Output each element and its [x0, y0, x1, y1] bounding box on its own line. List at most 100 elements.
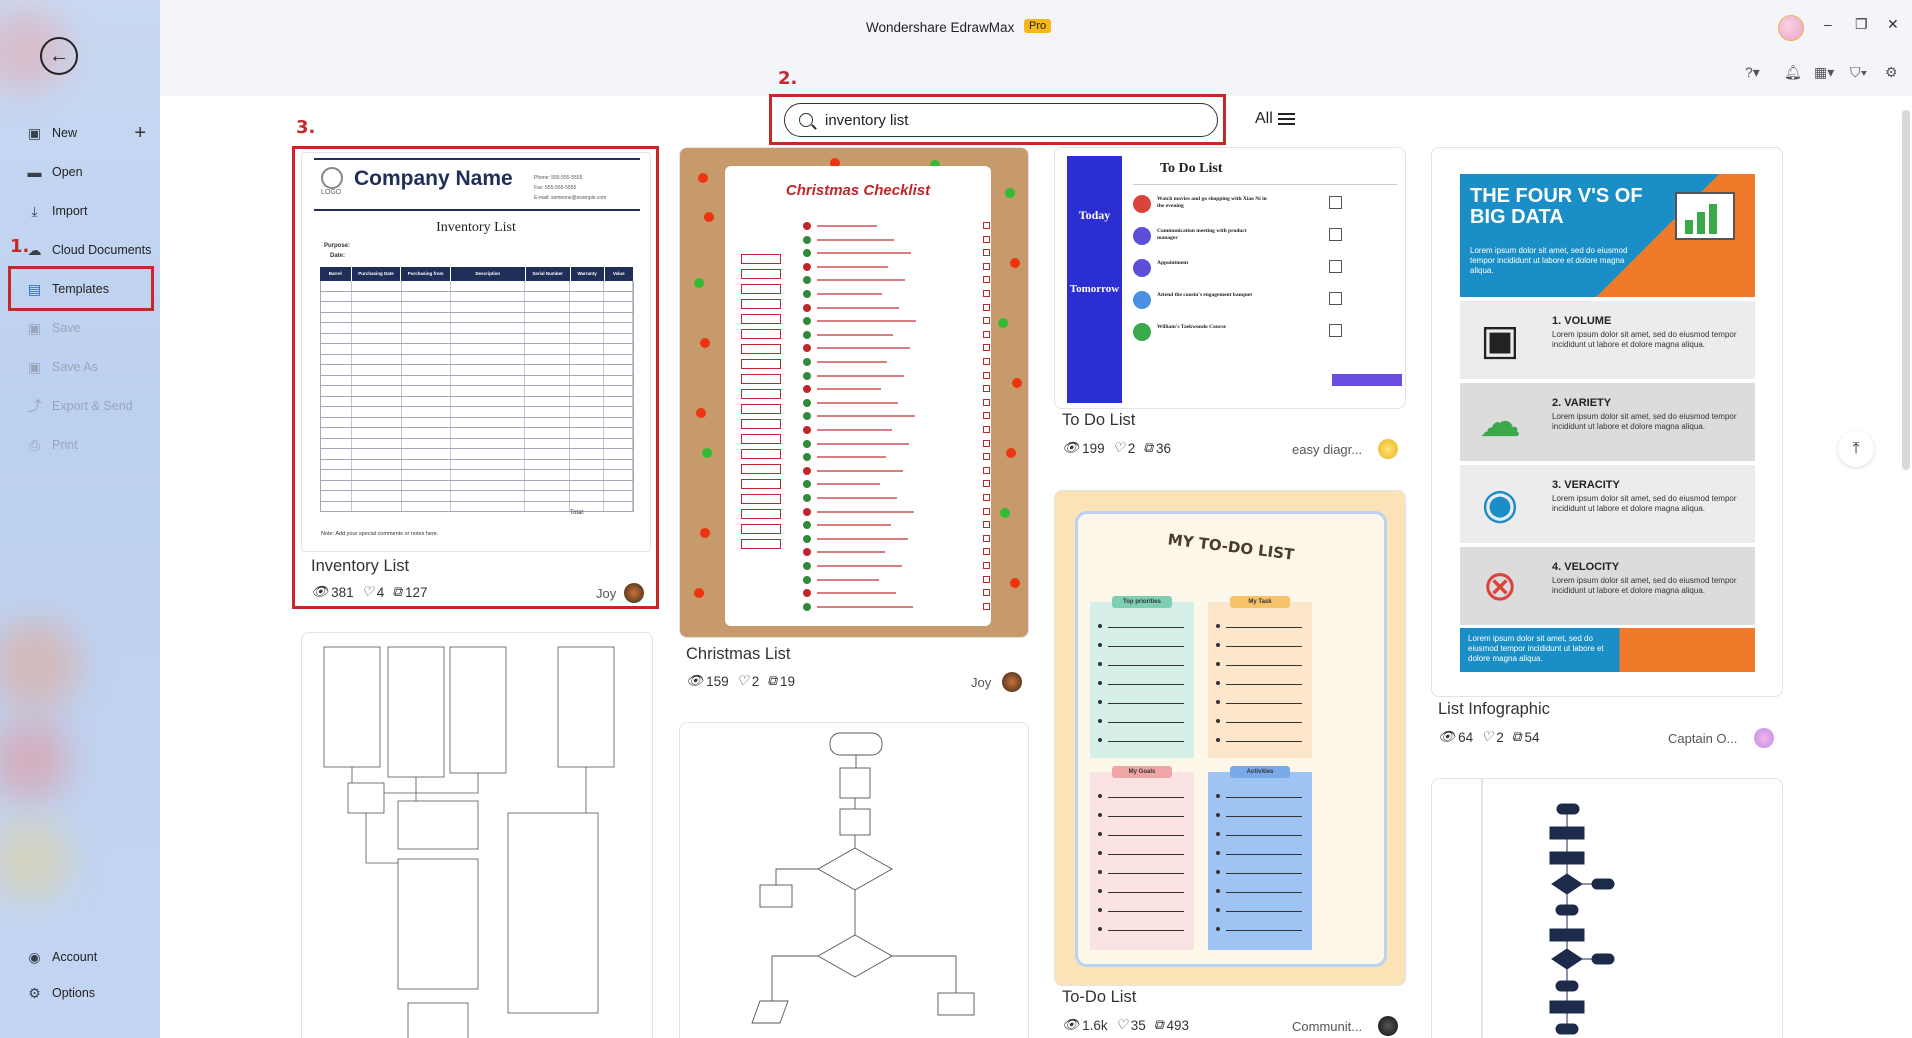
mytodo-section-tag: Top priorities: [1112, 596, 1172, 608]
checklist-row: [797, 548, 990, 557]
checklist-row: [797, 330, 990, 339]
todo-item: Attend the cousin's engagement banquet: [1133, 290, 1397, 312]
save-as-icon: ▣: [27, 358, 42, 375]
shirt-icon[interactable]: ⛉▾: [1850, 64, 1867, 81]
checklist-title: Christmas Checklist: [785, 182, 931, 199]
todo-item-icon: [1133, 227, 1151, 245]
ornament-dot: [700, 528, 710, 538]
template-card-inventory-list[interactable]: LOGO Company Name Phone: 555-555-5555 Fa…: [301, 152, 651, 552]
filter-all-button[interactable]: All: [1255, 110, 1295, 128]
search-icon: [799, 113, 813, 127]
card-title[interactable]: To-Do List: [1062, 988, 1136, 1007]
checklist-row: [797, 589, 990, 598]
company-name: Company Name: [354, 167, 513, 190]
restore-button[interactable]: ❐: [1855, 16, 1868, 33]
sidebar-bg-blob: [0, 620, 80, 710]
inventory-table-header: Barrel Purchasing Date Purchasing from Desc…: [320, 267, 634, 281]
card-stats: 👁︎ 159 ♡ 2 ⧉ 19: [686, 673, 795, 689]
sidebar-item-options[interactable]: ⚙ Options: [0, 977, 160, 1009]
minimize-button[interactable]: –: [1824, 16, 1832, 32]
checklist-row: [797, 412, 990, 421]
apps-grid-icon[interactable]: ▦▾: [1814, 64, 1834, 81]
checklist-box: [741, 419, 781, 429]
checklist-box: [741, 344, 781, 354]
likes-stat[interactable]: ♡ 2: [737, 673, 760, 689]
plus-icon[interactable]: +: [134, 122, 146, 145]
checklist-row: [797, 494, 990, 502]
checklist-row: [797, 562, 990, 570]
checklist-row: [797, 534, 990, 543]
ornament-dot: [1005, 188, 1015, 198]
purpose-label: Purpose:: [324, 243, 351, 249]
template-card-process-flow[interactable]: [1431, 778, 1783, 1038]
bigdata-item-body: Lorem ipsum dolor sit amet, sed do eiusm…: [1552, 330, 1737, 349]
likes-stat[interactable]: ♡ 35: [1116, 1017, 1146, 1033]
template-card-list-infographic[interactable]: THE FOUR V'S OF BIG DATA Lorem ipsum dol…: [1431, 147, 1783, 697]
card-title[interactable]: Christmas List: [686, 645, 791, 664]
checklist-box: [741, 479, 781, 489]
mytodo-section-tag: Activities: [1230, 766, 1290, 778]
checklist-paper: Christmas Checklist: [725, 166, 991, 626]
bigdata-item-head: 2. VARIETY: [1552, 397, 1612, 409]
scroll-to-top-button[interactable]: ⤒: [1838, 431, 1874, 467]
template-card-flowchart[interactable]: [679, 722, 1029, 1038]
sidebar-bg-blob: [0, 820, 70, 900]
copy-icon: ⧉: [1143, 440, 1153, 455]
eye-icon: 👁︎: [1062, 1017, 1080, 1032]
card-title[interactable]: Inventory List: [311, 557, 409, 576]
card-author[interactable]: Joy: [596, 586, 616, 601]
card-author[interactable]: Joy: [971, 675, 991, 690]
inventory-table-row: [320, 417, 634, 428]
author-avatar[interactable]: [1378, 439, 1398, 459]
scrollbar[interactable]: [1902, 110, 1910, 470]
sidebar-item-open[interactable]: ▬ Open: [0, 156, 160, 188]
template-card-to-do-list[interactable]: Today Tomorrow To Do List Watch movies a…: [1054, 147, 1406, 409]
template-card-christmas-list[interactable]: Christmas Checklist: [679, 147, 1029, 638]
likes-stat[interactable]: ♡ 2: [1481, 729, 1504, 745]
back-button[interactable]: ←: [40, 37, 78, 75]
help-icon[interactable]: ?▾: [1745, 64, 1760, 81]
checklist-row: [797, 385, 990, 394]
settings-icon[interactable]: ⚙: [1885, 64, 1898, 81]
bell-icon[interactable]: 🔔︎: [1784, 64, 1802, 81]
sidebar-item-account[interactable]: ◉ Account: [0, 941, 160, 973]
author-avatar[interactable]: [1378, 1016, 1398, 1036]
author-avatar[interactable]: [1002, 672, 1022, 692]
card-title[interactable]: To Do List: [1062, 411, 1135, 430]
user-avatar[interactable]: [1778, 15, 1804, 41]
card-author[interactable]: Communit...: [1292, 1019, 1362, 1034]
likes-stat[interactable]: ♡ 4: [362, 584, 385, 600]
inventory-column-header: Purchasing from: [401, 267, 451, 281]
card-title[interactable]: List Infographic: [1438, 700, 1550, 719]
views-stat: 👁︎ 159: [686, 673, 729, 689]
checklist-box: [741, 404, 781, 414]
template-card-my-to-do-list[interactable]: MY TO-DO LIST Top priorities My Task My Go…: [1054, 490, 1406, 986]
copy-icon: ⧉: [767, 673, 777, 688]
inventory-table-row: [320, 323, 634, 334]
search-box[interactable]: [784, 103, 1218, 137]
card-author[interactable]: easy diagr...: [1292, 442, 1362, 457]
inventory-table-row: [320, 438, 634, 449]
inventory-table-row: [320, 480, 634, 491]
close-button[interactable]: ✕: [1887, 16, 1899, 33]
checklist-row: [797, 358, 990, 366]
heart-icon: ♡: [1481, 729, 1494, 744]
search-input[interactable]: [825, 111, 1185, 129]
author-avatar[interactable]: [1754, 728, 1774, 748]
checklist-row: [797, 344, 990, 353]
sidebar-item-import[interactable]: ⤓ Import: [0, 195, 160, 227]
app-title: Wondershare EdrawMax: [866, 20, 1015, 35]
likes-stat[interactable]: ♡ 2: [1113, 440, 1136, 456]
todo-item: Watch movies and go shopping with Xiao N…: [1133, 194, 1397, 216]
sidebar-item-new[interactable]: ▣ New +: [0, 117, 160, 149]
checklist-row: [797, 453, 990, 462]
step-marker-3: 3.: [296, 117, 316, 138]
bigdata-item-body: Lorem ipsum dolor sit amet, sed do eiusm…: [1552, 494, 1737, 513]
template-card-class-diagram[interactable]: [301, 632, 653, 1038]
sidebar-item-print: ⎙ Print: [0, 429, 160, 461]
inventory-table-body: [320, 281, 634, 512]
author-avatar[interactable]: [624, 583, 644, 603]
views-stat: 👁︎ 64: [1438, 729, 1474, 745]
card-author[interactable]: Captain O...: [1668, 731, 1737, 746]
checklist-row: [797, 426, 990, 434]
